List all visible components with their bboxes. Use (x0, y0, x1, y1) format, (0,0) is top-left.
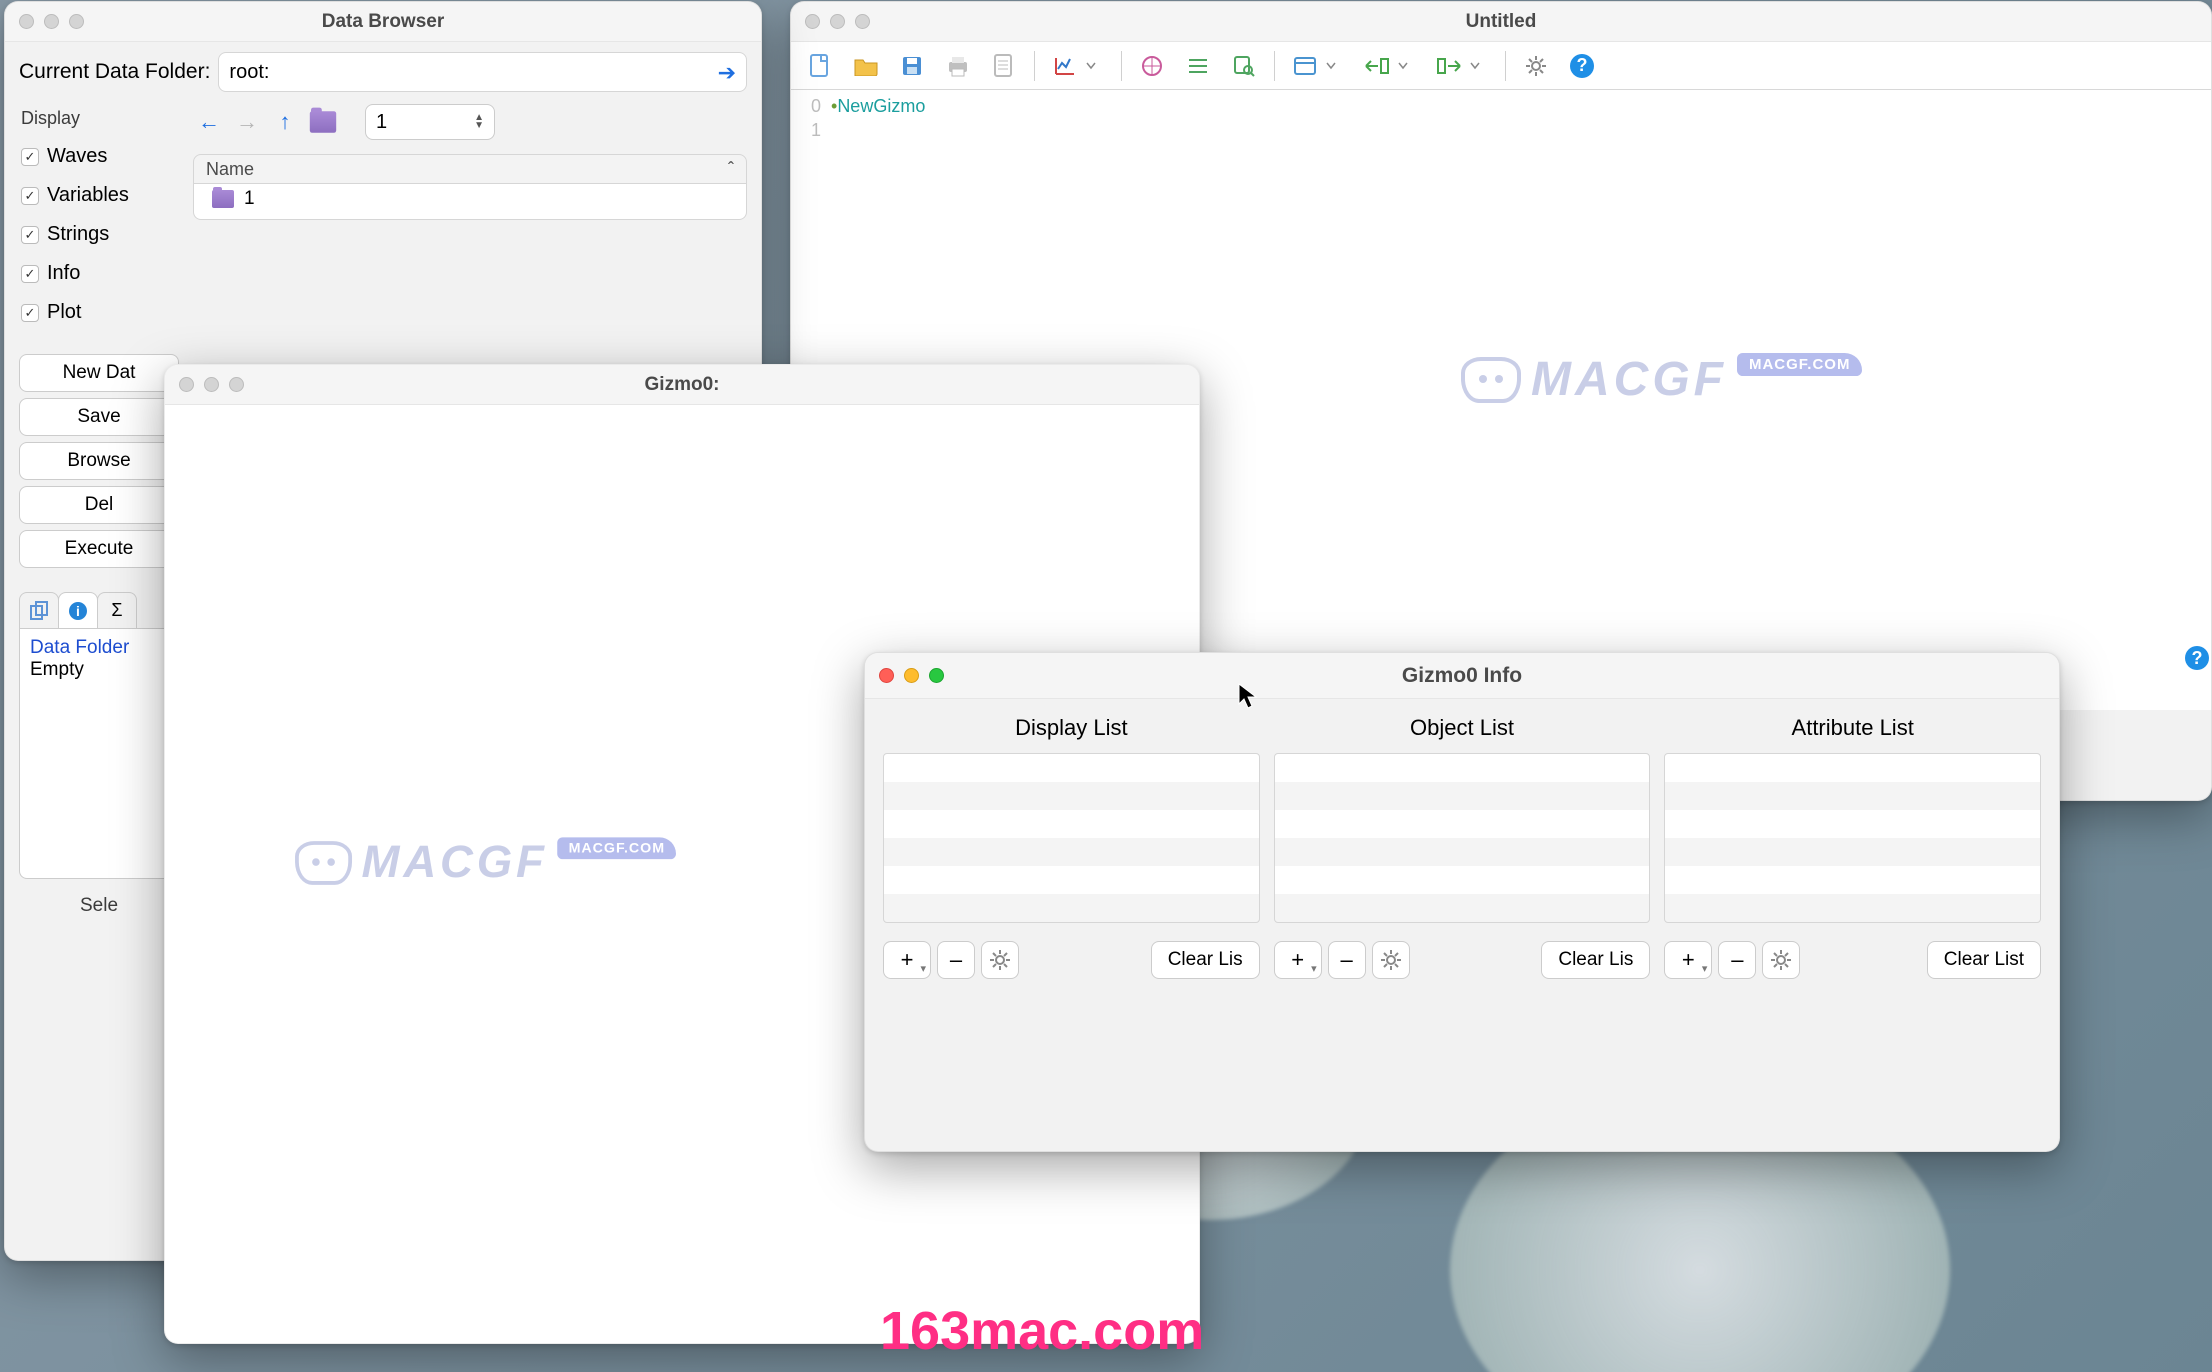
maximize-button[interactable] (855, 14, 870, 29)
retrieve-in-dd-icon[interactable] (1384, 51, 1422, 81)
gear-icon[interactable] (1517, 51, 1555, 81)
gizmoinfo-titlebar[interactable]: Gizmo0 Info (865, 653, 2059, 699)
cdf-input[interactable]: root: ➔ (218, 52, 747, 92)
chk-strings[interactable]: ✓Strings (19, 215, 179, 254)
maximize-button[interactable] (69, 14, 84, 29)
cdf-label: Current Data Folder: (19, 60, 210, 84)
code-line-0[interactable]: •NewGizmo (831, 96, 925, 120)
selection-label: Sele (19, 879, 179, 933)
cursor-pointer (1238, 683, 1258, 716)
display-list-column: Display List +▾ – Clear Lis (883, 709, 1260, 979)
save-button[interactable]: Save (19, 398, 179, 436)
minimize-button[interactable] (44, 14, 59, 29)
open-folder-icon[interactable] (847, 51, 885, 81)
add-button[interactable]: +▾ (1274, 941, 1322, 979)
nav-forward-icon[interactable]: → (233, 108, 261, 136)
go-arrow-icon[interactable]: ➔ (718, 60, 736, 86)
maximize-button[interactable] (929, 668, 944, 683)
display-list-header: Display List (883, 709, 1260, 753)
chk-variables[interactable]: ✓Variables (19, 176, 179, 215)
search-doc-icon[interactable] (1225, 51, 1263, 81)
list-icon[interactable] (1179, 51, 1217, 81)
object-list[interactable] (1274, 753, 1651, 923)
browse-button[interactable]: Browse (19, 442, 179, 480)
page-icon[interactable] (985, 51, 1023, 81)
remove-button[interactable]: – (1328, 941, 1366, 979)
traffic-lights[interactable] (879, 668, 944, 683)
execute-button[interactable]: Execute (19, 530, 179, 568)
help-corner-icon[interactable]: ? (2185, 646, 2209, 670)
nav-up-icon[interactable]: ↑ (271, 108, 299, 136)
new-doc-icon[interactable] (801, 51, 839, 81)
cursor-circle-icon[interactable] (1133, 51, 1171, 81)
traffic-lights[interactable] (179, 377, 244, 392)
clear-list-button[interactable]: Clear Lis (1151, 941, 1260, 979)
chart-dd-icon[interactable] (1072, 51, 1110, 81)
close-button[interactable] (179, 377, 194, 392)
delete-button[interactable]: Del (19, 486, 179, 524)
window-title: Gizmo0: (165, 374, 1199, 396)
close-button[interactable] (879, 668, 894, 683)
remove-button[interactable]: – (1718, 941, 1756, 979)
attribute-list-column: Attribute List +▾ – Clear List (1664, 709, 2041, 979)
minimize-button[interactable] (204, 377, 219, 392)
object-list-column: Object List +▾ – Clear Lis (1274, 709, 1651, 979)
list-row[interactable]: 1 (194, 184, 746, 214)
gutter: 0 1 (801, 96, 831, 144)
gizmo-titlebar[interactable]: Gizmo0: (165, 365, 1199, 405)
untitled-toolbar: ? (791, 42, 2211, 90)
new-folder-icon[interactable] (309, 108, 337, 136)
close-button[interactable] (19, 14, 34, 29)
tab-sum[interactable]: Σ (97, 592, 137, 628)
window-dd-icon[interactable] (1312, 51, 1350, 81)
maximize-button[interactable] (229, 377, 244, 392)
tab-info[interactable]: i (58, 592, 98, 628)
remove-button[interactable]: – (937, 941, 975, 979)
attribute-list[interactable] (1664, 753, 2041, 923)
add-button[interactable]: +▾ (1664, 941, 1712, 979)
print-icon[interactable] (939, 51, 977, 81)
code-line-1[interactable] (831, 120, 925, 144)
retrieve-out-dd-icon[interactable] (1456, 51, 1494, 81)
tab-copy[interactable] (19, 592, 59, 628)
chk-info[interactable]: ✓Info (19, 254, 179, 293)
watermark: MACGF MACGF.COM (295, 836, 676, 888)
gizmo-info-window: Gizmo0 Info Display List +▾ – Clear Lis … (864, 652, 2060, 1152)
window-title: Untitled (791, 11, 2211, 33)
watermark: MACGF MACGF.COM (1461, 352, 1862, 407)
traffic-lights[interactable] (805, 14, 870, 29)
traffic-lights[interactable] (19, 14, 84, 29)
settings-button[interactable] (981, 941, 1019, 979)
window-title: Gizmo0 Info (865, 664, 2059, 688)
new-data-button[interactable]: New Dat (19, 354, 179, 392)
display-section: Display (19, 100, 179, 137)
settings-button[interactable] (1762, 941, 1800, 979)
folder-dropdown[interactable]: 1 ▲▼ (365, 104, 495, 140)
watermark-url: 163mac.com (880, 1300, 1204, 1362)
window-title: Data Browser (5, 11, 761, 33)
nav-back-icon[interactable]: ← (195, 108, 223, 136)
minimize-button[interactable] (904, 668, 919, 683)
untitled-titlebar[interactable]: Untitled (791, 2, 2211, 42)
chk-waves[interactable]: ✓Waves (19, 137, 179, 176)
chk-plot[interactable]: ✓Plot (19, 293, 179, 332)
display-list[interactable] (883, 753, 1260, 923)
svg-text:i: i (76, 603, 80, 619)
list-body[interactable]: 1 (193, 184, 747, 220)
code-editor[interactable]: 0 1 •NewGizmo (791, 90, 2211, 150)
clear-list-button[interactable]: Clear Lis (1541, 941, 1650, 979)
folder-icon (212, 190, 234, 208)
close-button[interactable] (805, 14, 820, 29)
settings-button[interactable] (1372, 941, 1410, 979)
object-list-header: Object List (1274, 709, 1651, 753)
info-pane: Data Folder Empty (19, 629, 179, 879)
help-icon[interactable]: ? (1563, 51, 1601, 81)
databrowser-titlebar[interactable]: Data Browser (5, 2, 761, 42)
minimize-button[interactable] (830, 14, 845, 29)
save-icon[interactable] (893, 51, 931, 81)
attribute-list-header: Attribute List (1664, 709, 2041, 753)
add-button[interactable]: +▾ (883, 941, 931, 979)
clear-list-button[interactable]: Clear List (1927, 941, 2041, 979)
list-header-name[interactable]: Name ˆ (193, 154, 747, 184)
